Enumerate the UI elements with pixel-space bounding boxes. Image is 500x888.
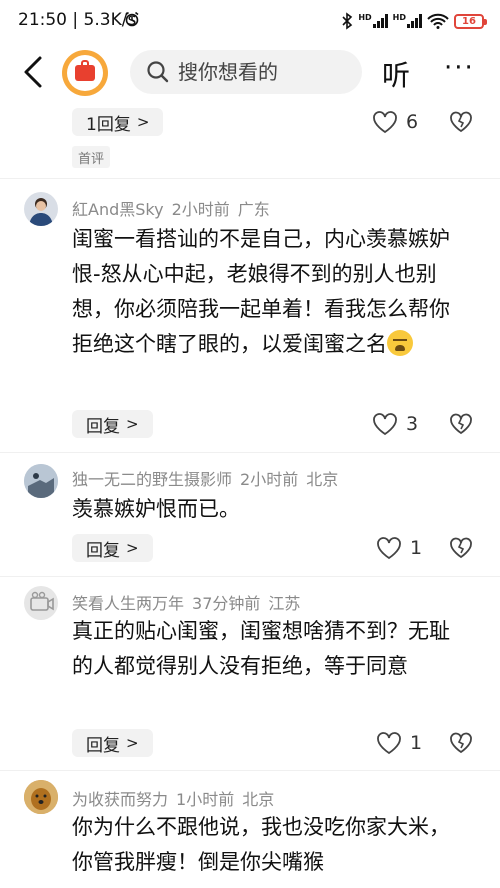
app-logo[interactable] [62, 50, 108, 96]
view-replies-label: 1回复 [86, 114, 131, 135]
comment-meta: 为收获而努力 1小时前 北京 [72, 786, 282, 810]
dislike-heart-icon[interactable] [449, 110, 473, 134]
signal-1: HD [358, 13, 388, 28]
search-bar[interactable] [130, 50, 362, 94]
like-button[interactable]: 6 [372, 110, 418, 134]
username[interactable]: 为收获而努力 [72, 790, 168, 809]
avatar[interactable] [24, 192, 58, 226]
divider [0, 452, 500, 453]
wifi-icon [427, 13, 449, 29]
search-icon [147, 61, 169, 83]
username[interactable]: 笑看人生两万年 [72, 594, 184, 613]
comment-text: 羡慕嫉妒恨而已。 [72, 497, 240, 521]
like-count: 6 [406, 111, 419, 133]
chevron-right-icon: > [136, 113, 150, 131]
listen-button[interactable]: 听 [382, 54, 410, 94]
dislike-heart-icon[interactable] [449, 412, 473, 436]
comment-time: 1小时前 [176, 790, 235, 809]
comment-text: 真正的贴心闺蜜，闺蜜想啥猜不到？无耻的人都觉得别人没有拒绝，等于同意 [72, 619, 450, 678]
bluetooth-icon [342, 12, 353, 30]
shopping-bag-icon [75, 60, 95, 81]
avatar[interactable] [24, 780, 58, 814]
reply-button[interactable]: 回复 > [72, 410, 153, 438]
like-button[interactable]: 1 [376, 536, 422, 560]
hd-label: HD [358, 13, 372, 22]
top-nav: 听 ··· [0, 42, 500, 104]
heart-icon [373, 111, 397, 134]
comment-meta: 独一无二的野生摄影师 2小时前 北京 [72, 466, 346, 490]
dislike-heart-icon[interactable] [449, 536, 473, 560]
comment-time: 2小时前 [171, 200, 230, 219]
battery-icon: 16 [454, 13, 487, 29]
view-replies-button[interactable]: 1回复 > [72, 108, 164, 136]
alarm-icon [125, 11, 139, 27]
comment-location: 广东 [237, 200, 270, 219]
reply-label: 回复 [86, 540, 120, 561]
divider [0, 178, 500, 179]
battery-level: 16 [462, 15, 476, 27]
clock-text: 21:50 [18, 10, 67, 30]
hd-label: HD [392, 13, 406, 22]
reply-button[interactable]: 回复 > [72, 729, 153, 757]
divider [0, 576, 500, 577]
status-right: HD HD 16 [341, 8, 487, 34]
comment-text: 闺蜜一看搭讪的不是自己，内心羡慕嫉妒恨-怒从心中起，老娘得不到的别人也别想，你必… [72, 222, 462, 362]
like-count: 1 [410, 732, 423, 754]
comment-location: 江苏 [268, 594, 301, 613]
comment-text: 你为什么不跟他说，我也没吃你家大米，你管我胖瘦！倒是你尖嘴猴 [72, 815, 450, 874]
status-bar: 21:50 | 5.3K/s HD HD 16 [0, 0, 500, 42]
heart-icon [377, 537, 401, 560]
reply-button[interactable]: 回复 > [72, 534, 153, 562]
status-time: 21:50 | 5.3K/s [18, 10, 137, 30]
comment-location: 北京 [242, 790, 275, 809]
crying-laughing-emoji-icon [387, 330, 413, 356]
search-input[interactable] [178, 60, 338, 84]
reply-label: 回复 [86, 416, 120, 437]
heart-icon [377, 732, 401, 755]
more-menu-button[interactable]: ··· [444, 55, 475, 81]
comment-meta: 笑看人生两万年 37分钟前 江苏 [72, 590, 308, 614]
comment-time: 2小时前 [240, 470, 299, 489]
comment-time: 37分钟前 [192, 594, 261, 613]
chevron-right-icon: > [126, 734, 139, 752]
camera-icon [30, 591, 54, 611]
signal-2: HD [393, 14, 422, 28]
username[interactable]: 紅And黑Sky [72, 200, 164, 219]
dislike-heart-icon[interactable] [449, 731, 473, 755]
first-comment-tag: 首评 [72, 146, 111, 168]
reply-label: 回复 [86, 735, 120, 756]
signal-bars-icon [407, 14, 422, 28]
comment-meta: 紅And黑Sky 2小时前 广东 [72, 196, 278, 220]
divider [0, 770, 500, 771]
avatar[interactable] [24, 586, 58, 620]
back-arrow-icon[interactable] [18, 54, 50, 90]
like-button[interactable]: 1 [376, 731, 422, 755]
like-button[interactable]: 3 [372, 412, 418, 436]
heart-icon [373, 413, 397, 436]
username[interactable]: 独一无二的野生摄影师 [72, 470, 232, 489]
avatar[interactable] [24, 464, 58, 498]
chevron-right-icon: > [126, 415, 139, 433]
chevron-right-icon: > [126, 539, 139, 557]
like-count: 1 [410, 537, 423, 559]
like-count: 3 [406, 413, 419, 435]
signal-bars-icon [372, 14, 388, 28]
comment-location: 北京 [306, 470, 339, 489]
